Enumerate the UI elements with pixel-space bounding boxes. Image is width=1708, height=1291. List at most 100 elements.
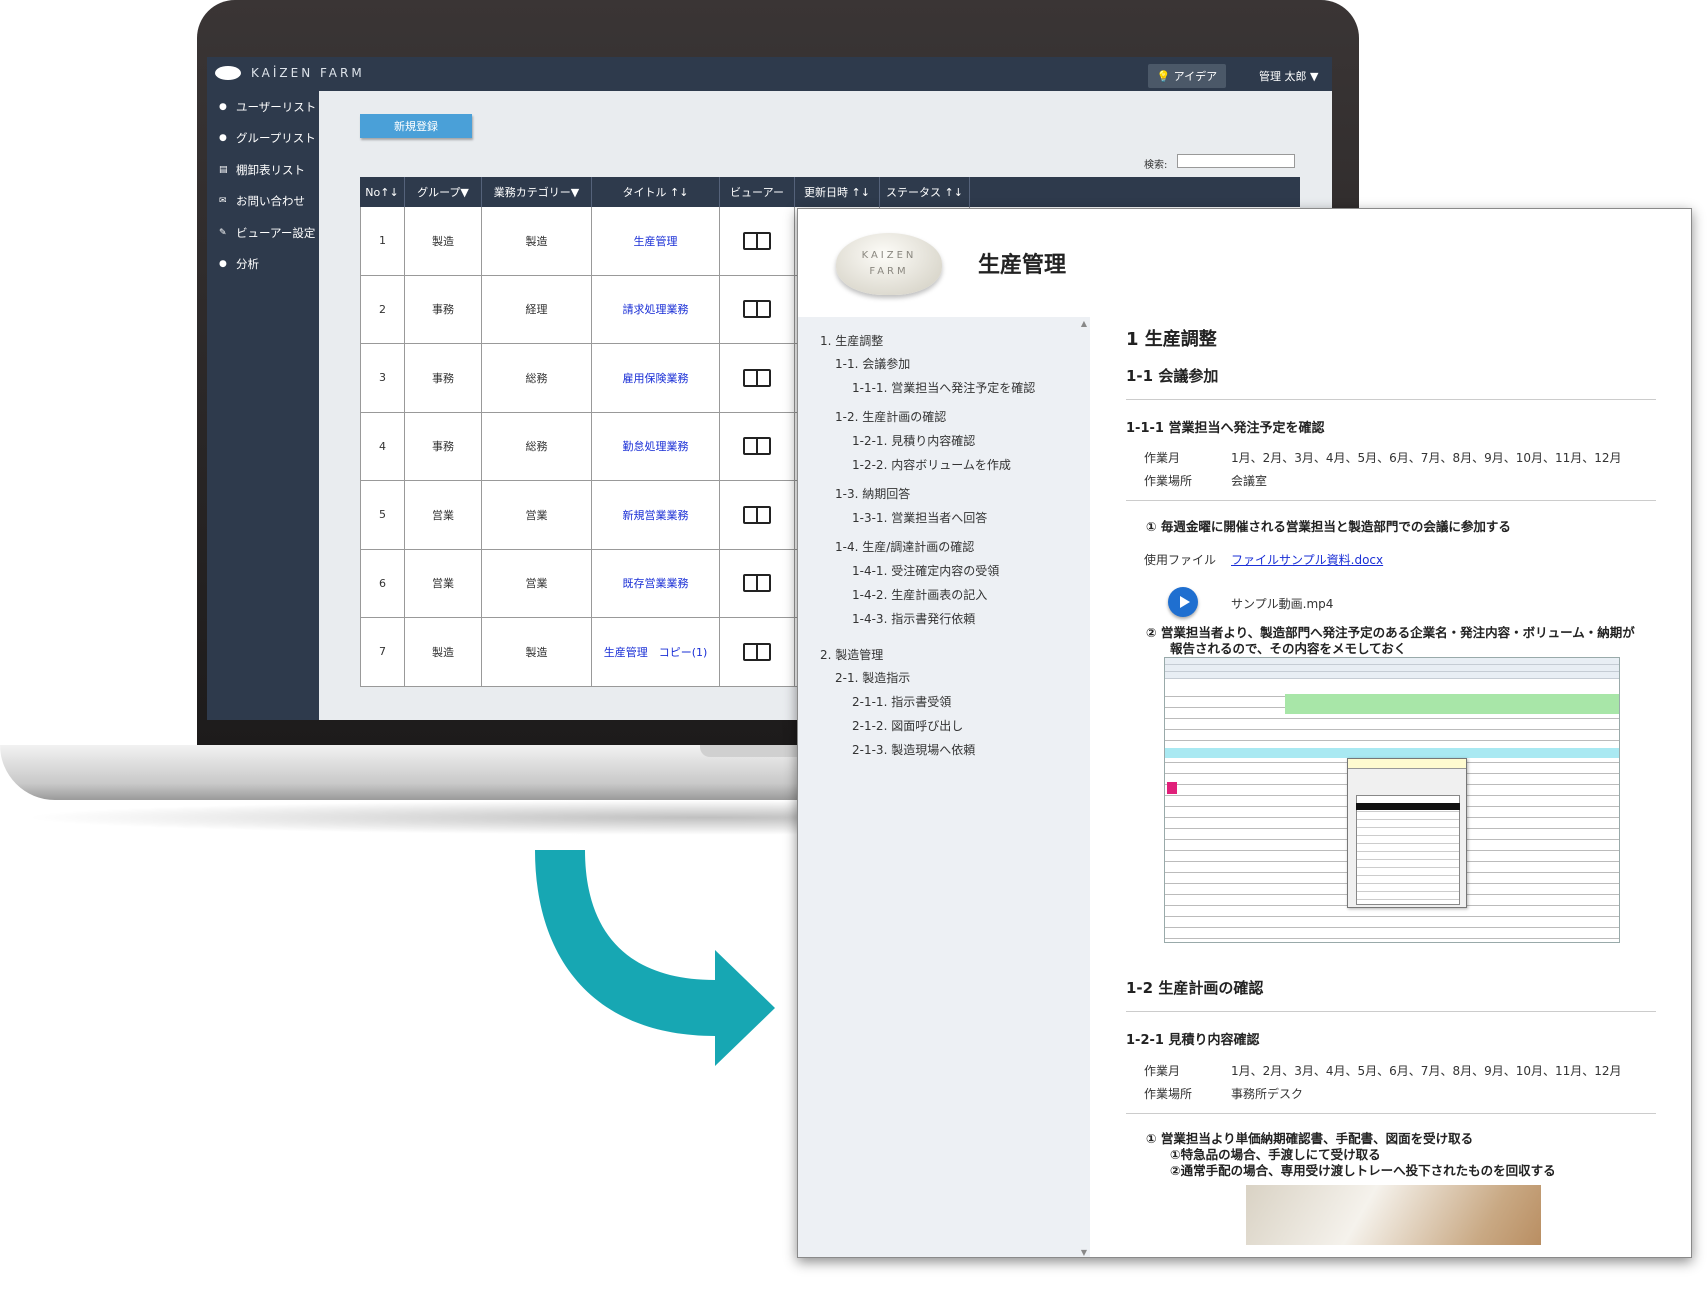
reference-photo	[1246, 1185, 1541, 1245]
play-icon[interactable]	[1168, 587, 1198, 617]
row-category: 営業	[482, 549, 592, 617]
sidebar-item-group-list[interactable]: ● グループリスト	[207, 123, 319, 155]
sidebar-item-label: ビューアー設定	[236, 225, 316, 240]
sidebar-item-inventory-list[interactable]: ▤ 棚卸表リスト	[207, 154, 319, 186]
curved-arrow-icon	[535, 850, 775, 1066]
toc-item[interactable]: 2-1-2. 図面呼び出し	[820, 714, 1090, 738]
toc-item[interactable]: 1-4-2. 生産計画表の記入	[820, 583, 1090, 607]
divider	[1126, 1113, 1656, 1114]
book-icon[interactable]	[743, 231, 771, 250]
file-link[interactable]: ファイルサンプル資料.docx	[1231, 551, 1383, 568]
divider	[1126, 500, 1656, 501]
logo-text-line1: KAIZEN	[861, 250, 917, 261]
row-category: 総務	[482, 344, 592, 412]
row-title-link[interactable]: 請求処理業務	[623, 301, 689, 317]
book-icon[interactable]	[743, 574, 771, 593]
spreadsheet-dialog	[1347, 758, 1467, 908]
book-icon[interactable]	[743, 642, 771, 661]
work-month-label: 作業月	[1144, 1064, 1181, 1078]
row-title-link[interactable]: 勤怠処理業務	[623, 438, 689, 454]
toc-scrollbar[interactable]: ▲ ▼	[1078, 317, 1090, 1257]
toc-item[interactable]: 1-3. 納期回答	[820, 483, 1090, 506]
task-heading: 1-2-1 見積り内容確認	[1126, 1033, 1260, 1048]
toc-item[interactable]: 2. 製造管理	[820, 643, 1090, 667]
toc-item[interactable]: 1-1. 会議参加	[820, 353, 1090, 376]
row-title-link[interactable]: 新規営業業務	[623, 507, 689, 523]
toc-item[interactable]: 1-1-1. 営業担当へ発注予定を確認	[820, 376, 1090, 400]
toc-item[interactable]: 2-1. 製造指示	[820, 667, 1090, 690]
row-no: 3	[360, 344, 405, 412]
edit-icon: ✎	[219, 227, 227, 238]
spreadsheet-screenshot	[1164, 657, 1620, 943]
sidebar-item-label: グループリスト	[236, 131, 316, 146]
document-title: 生産管理	[978, 253, 1067, 278]
column-header-group[interactable]: グループ▼	[405, 177, 482, 207]
toc-item[interactable]: 1. 生産調整	[820, 329, 1090, 353]
row-title-link[interactable]: 雇用保険業務	[623, 370, 689, 386]
column-header-viewer: ビューアー	[720, 177, 795, 207]
row-title-link[interactable]: 既存営業業務	[623, 575, 689, 591]
row-group: 事務	[405, 412, 482, 480]
idea-button[interactable]: 💡 アイデア	[1148, 64, 1226, 88]
column-header-title[interactable]: タイトル ↑↓	[592, 177, 720, 207]
step-text: ②通常手配の場合、専用受け渡しトレーへ投下されたものを回収する	[1170, 1163, 1556, 1178]
document-content: 1 生産調整 1-1 会議参加 1-1-1 営業担当へ発注予定を確認 作業月 1…	[1126, 317, 1656, 1257]
scroll-up-icon[interactable]: ▲	[1081, 319, 1087, 328]
chart-icon: ●	[219, 259, 227, 270]
book-icon[interactable]	[743, 368, 771, 387]
group-icon: ●	[219, 133, 227, 144]
document-viewer: KAIZEN FARM 生産管理 1. 生産調整 1-1. 会議参加 1-1-1…	[797, 208, 1692, 1258]
sidebar-item-label: 棚卸表リスト	[236, 162, 305, 177]
logo-mark-icon	[215, 66, 241, 80]
row-no: 7	[360, 618, 405, 686]
row-group: 事務	[405, 275, 482, 343]
user-menu[interactable]: 管理 太郎 ▼	[1259, 68, 1318, 84]
book-icon[interactable]	[743, 505, 771, 524]
row-title-link[interactable]: 生産管理 コピー(1)	[604, 644, 708, 660]
column-header-updated[interactable]: 更新日時 ↑↓	[795, 177, 880, 207]
toc-item[interactable]: 1-4. 生産/調達計画の確認	[820, 536, 1090, 559]
column-header-status[interactable]: ステータス ↑↓	[880, 177, 970, 207]
sidebar-item-viewer-settings[interactable]: ✎ ビューアー設定	[207, 217, 319, 249]
user-icon: ●	[219, 101, 227, 112]
book-icon[interactable]	[743, 437, 771, 456]
toc-item[interactable]: 1-4-3. 指示書発行依頼	[820, 607, 1090, 631]
work-month-value: 1月、2月、3月、4月、5月、6月、7月、8月、9月、10月、11月、12月	[1231, 1064, 1622, 1078]
row-group: 事務	[405, 344, 482, 412]
toc-item[interactable]: 2-1-1. 指示書受領	[820, 690, 1090, 714]
search-input[interactable]	[1177, 154, 1295, 168]
subsection-heading: 1-1 会議参加	[1126, 367, 1219, 385]
work-place-value: 会議室	[1231, 474, 1268, 488]
toc-item[interactable]: 1-2. 生産計画の確認	[820, 406, 1090, 429]
row-group: 営業	[405, 481, 482, 549]
divider	[1126, 399, 1656, 400]
column-header-category[interactable]: 業務カテゴリー▼	[482, 177, 592, 207]
step-text: ② 営業担当者より、製造部門へ発注予定のある企業名・発注内容・ボリューム・納期が	[1146, 625, 1635, 640]
kaizen-farm-logo: KAIZEN FARM	[836, 233, 942, 295]
step-text: ① 営業担当より単価納期確認書、手配書、図面を受け取る	[1146, 1131, 1474, 1146]
sidebar-item-contact[interactable]: ✉ お問い合わせ	[207, 186, 319, 218]
book-icon[interactable]	[743, 300, 771, 319]
row-category: 総務	[482, 412, 592, 480]
search-label: 検索:	[1144, 160, 1168, 171]
row-title-link[interactable]: 生産管理	[634, 233, 678, 249]
lightbulb-icon: 💡	[1156, 69, 1171, 83]
sidebar-item-user-list[interactable]: ● ユーザーリスト	[207, 91, 319, 123]
step-text: ① 毎週金曜に開催される営業担当と製造部門での会議に参加する	[1146, 519, 1511, 534]
toc-item[interactable]: 1-2-1. 見積り内容確認	[820, 429, 1090, 453]
brand-logo[interactable]: KAİZEN FARM	[215, 66, 365, 80]
sidebar-item-analysis[interactable]: ● 分析	[207, 249, 319, 281]
row-no: 5	[360, 481, 405, 549]
work-place-label: 作業場所	[1144, 1087, 1193, 1101]
work-month-label: 作業月	[1144, 451, 1181, 465]
column-header-no[interactable]: No↑↓	[360, 177, 405, 207]
toc-item[interactable]: 1-2-2. 内容ボリュームを作成	[820, 453, 1090, 477]
toc-item[interactable]: 1-4-1. 受注確定内容の受領	[820, 559, 1090, 583]
sidebar-item-label: お問い合わせ	[236, 194, 305, 209]
new-registration-button[interactable]: 新規登録	[360, 114, 472, 138]
logo-text-line2: FARM	[869, 266, 909, 277]
toc-item[interactable]: 1-3-1. 営業担当者へ回答	[820, 506, 1090, 530]
toc-item[interactable]: 2-1-3. 製造現場へ依頼	[820, 738, 1090, 762]
row-no: 1	[360, 207, 405, 275]
scroll-down-icon[interactable]: ▼	[1081, 1248, 1087, 1257]
